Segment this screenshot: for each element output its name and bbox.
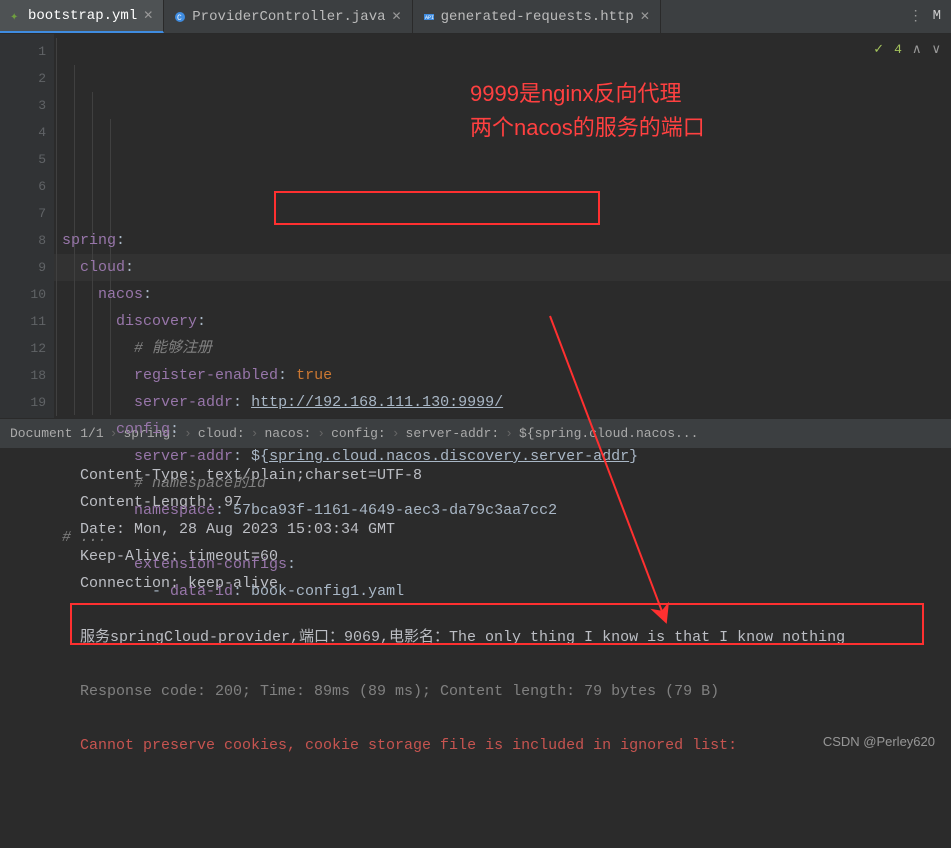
tab-generated-requests[interactable]: API generated-requests.http ✕ [413, 0, 661, 33]
http-icon: API [423, 11, 435, 23]
yaml-icon: ✦ [10, 10, 22, 22]
response-summary: Response code: 200; Time: 89ms (89 ms); … [80, 678, 933, 705]
close-icon[interactable]: ✕ [640, 9, 650, 24]
code-line[interactable]: extension-configs: [62, 551, 943, 578]
code-line[interactable]: register-enabled: true [62, 362, 943, 389]
svg-text:✦: ✦ [10, 12, 18, 22]
line-number: 18 [4, 362, 46, 389]
annotation-box-body [70, 603, 924, 645]
chevron-up-icon[interactable]: ∧ [912, 42, 922, 57]
line-number: 2 [4, 65, 46, 92]
code-line[interactable]: # namespace的id [62, 470, 943, 497]
inspection-warning-icon[interactable]: ✓ [873, 42, 884, 57]
line-number: 9 [4, 254, 46, 281]
close-icon[interactable]: ✕ [143, 8, 153, 23]
tab-actions: ⋮ M [909, 8, 951, 25]
code-line[interactable]: spring: [62, 227, 943, 254]
line-number: 1 [4, 38, 46, 65]
code-line[interactable]: cloud: [62, 254, 943, 281]
response-warning: Cannot preserve cookies, cookie storage … [80, 732, 933, 759]
inspection-bar: ✓ 4 ∧ ∨ [873, 42, 941, 57]
annotation-text-2: 两个nacos的服务的端口 [470, 114, 705, 141]
code-line[interactable]: # ... [62, 524, 943, 551]
line-number: 12 [4, 335, 46, 362]
code-line[interactable]: - data-id: book-config1.yaml [62, 578, 943, 605]
chevron-down-icon[interactable]: ∨ [931, 42, 941, 57]
tab-label: generated-requests.http [441, 9, 634, 25]
tab-label: bootstrap.yml [28, 8, 137, 24]
line-number: 10 [4, 281, 46, 308]
code-line[interactable]: nacos: [62, 281, 943, 308]
code-line[interactable]: # 能够注册 [62, 335, 943, 362]
svg-text:C: C [177, 14, 182, 23]
java-class-icon: C [174, 11, 186, 23]
line-number: 11 [4, 308, 46, 335]
close-icon[interactable]: ✕ [392, 9, 402, 24]
line-number: 3 [4, 92, 46, 119]
code-line[interactable]: discovery: [62, 308, 943, 335]
tab-bootstrap[interactable]: ✦ bootstrap.yml ✕ [0, 0, 164, 33]
gutter: 1 2 3 4 5 6 7 8 9 10 11 12 18 19 [0, 34, 54, 418]
panel-letter: M [933, 8, 941, 25]
tab-label: ProviderController.java [192, 9, 385, 25]
code-content[interactable]: spring: cloud: nacos: discovery: # 能够注册 … [54, 34, 951, 418]
annotation-box-url [274, 191, 600, 225]
code-line[interactable]: namespace: 57bca93f-1161-4649-aec3-da79c… [62, 497, 943, 524]
line-number: 5 [4, 146, 46, 173]
editor-tab-bar: ✦ bootstrap.yml ✕ C ProviderController.j… [0, 0, 951, 34]
line-number: 6 [4, 173, 46, 200]
line-number: 4 [4, 119, 46, 146]
inspection-count: 4 [894, 42, 902, 57]
line-number: 7 [4, 200, 46, 227]
line-number: 19 [4, 389, 46, 416]
svg-text:API: API [425, 15, 434, 21]
watermark: CSDN @Perley620 [823, 728, 935, 755]
code-line[interactable]: server-addr: http://192.168.111.130:9999… [62, 389, 943, 416]
more-icon[interactable]: ⋮ [909, 8, 923, 25]
code-line[interactable]: config: [62, 416, 943, 443]
tab-provider-controller[interactable]: C ProviderController.java ✕ [164, 0, 412, 33]
code-editor[interactable]: ✓ 4 ∧ ∨ 1 2 3 4 5 6 7 8 9 10 11 12 18 19… [0, 34, 951, 418]
line-number: 8 [4, 227, 46, 254]
code-line[interactable]: server-addr: ${spring.cloud.nacos.discov… [62, 443, 943, 470]
annotation-text-1: 9999是nginx反向代理 [470, 80, 682, 107]
